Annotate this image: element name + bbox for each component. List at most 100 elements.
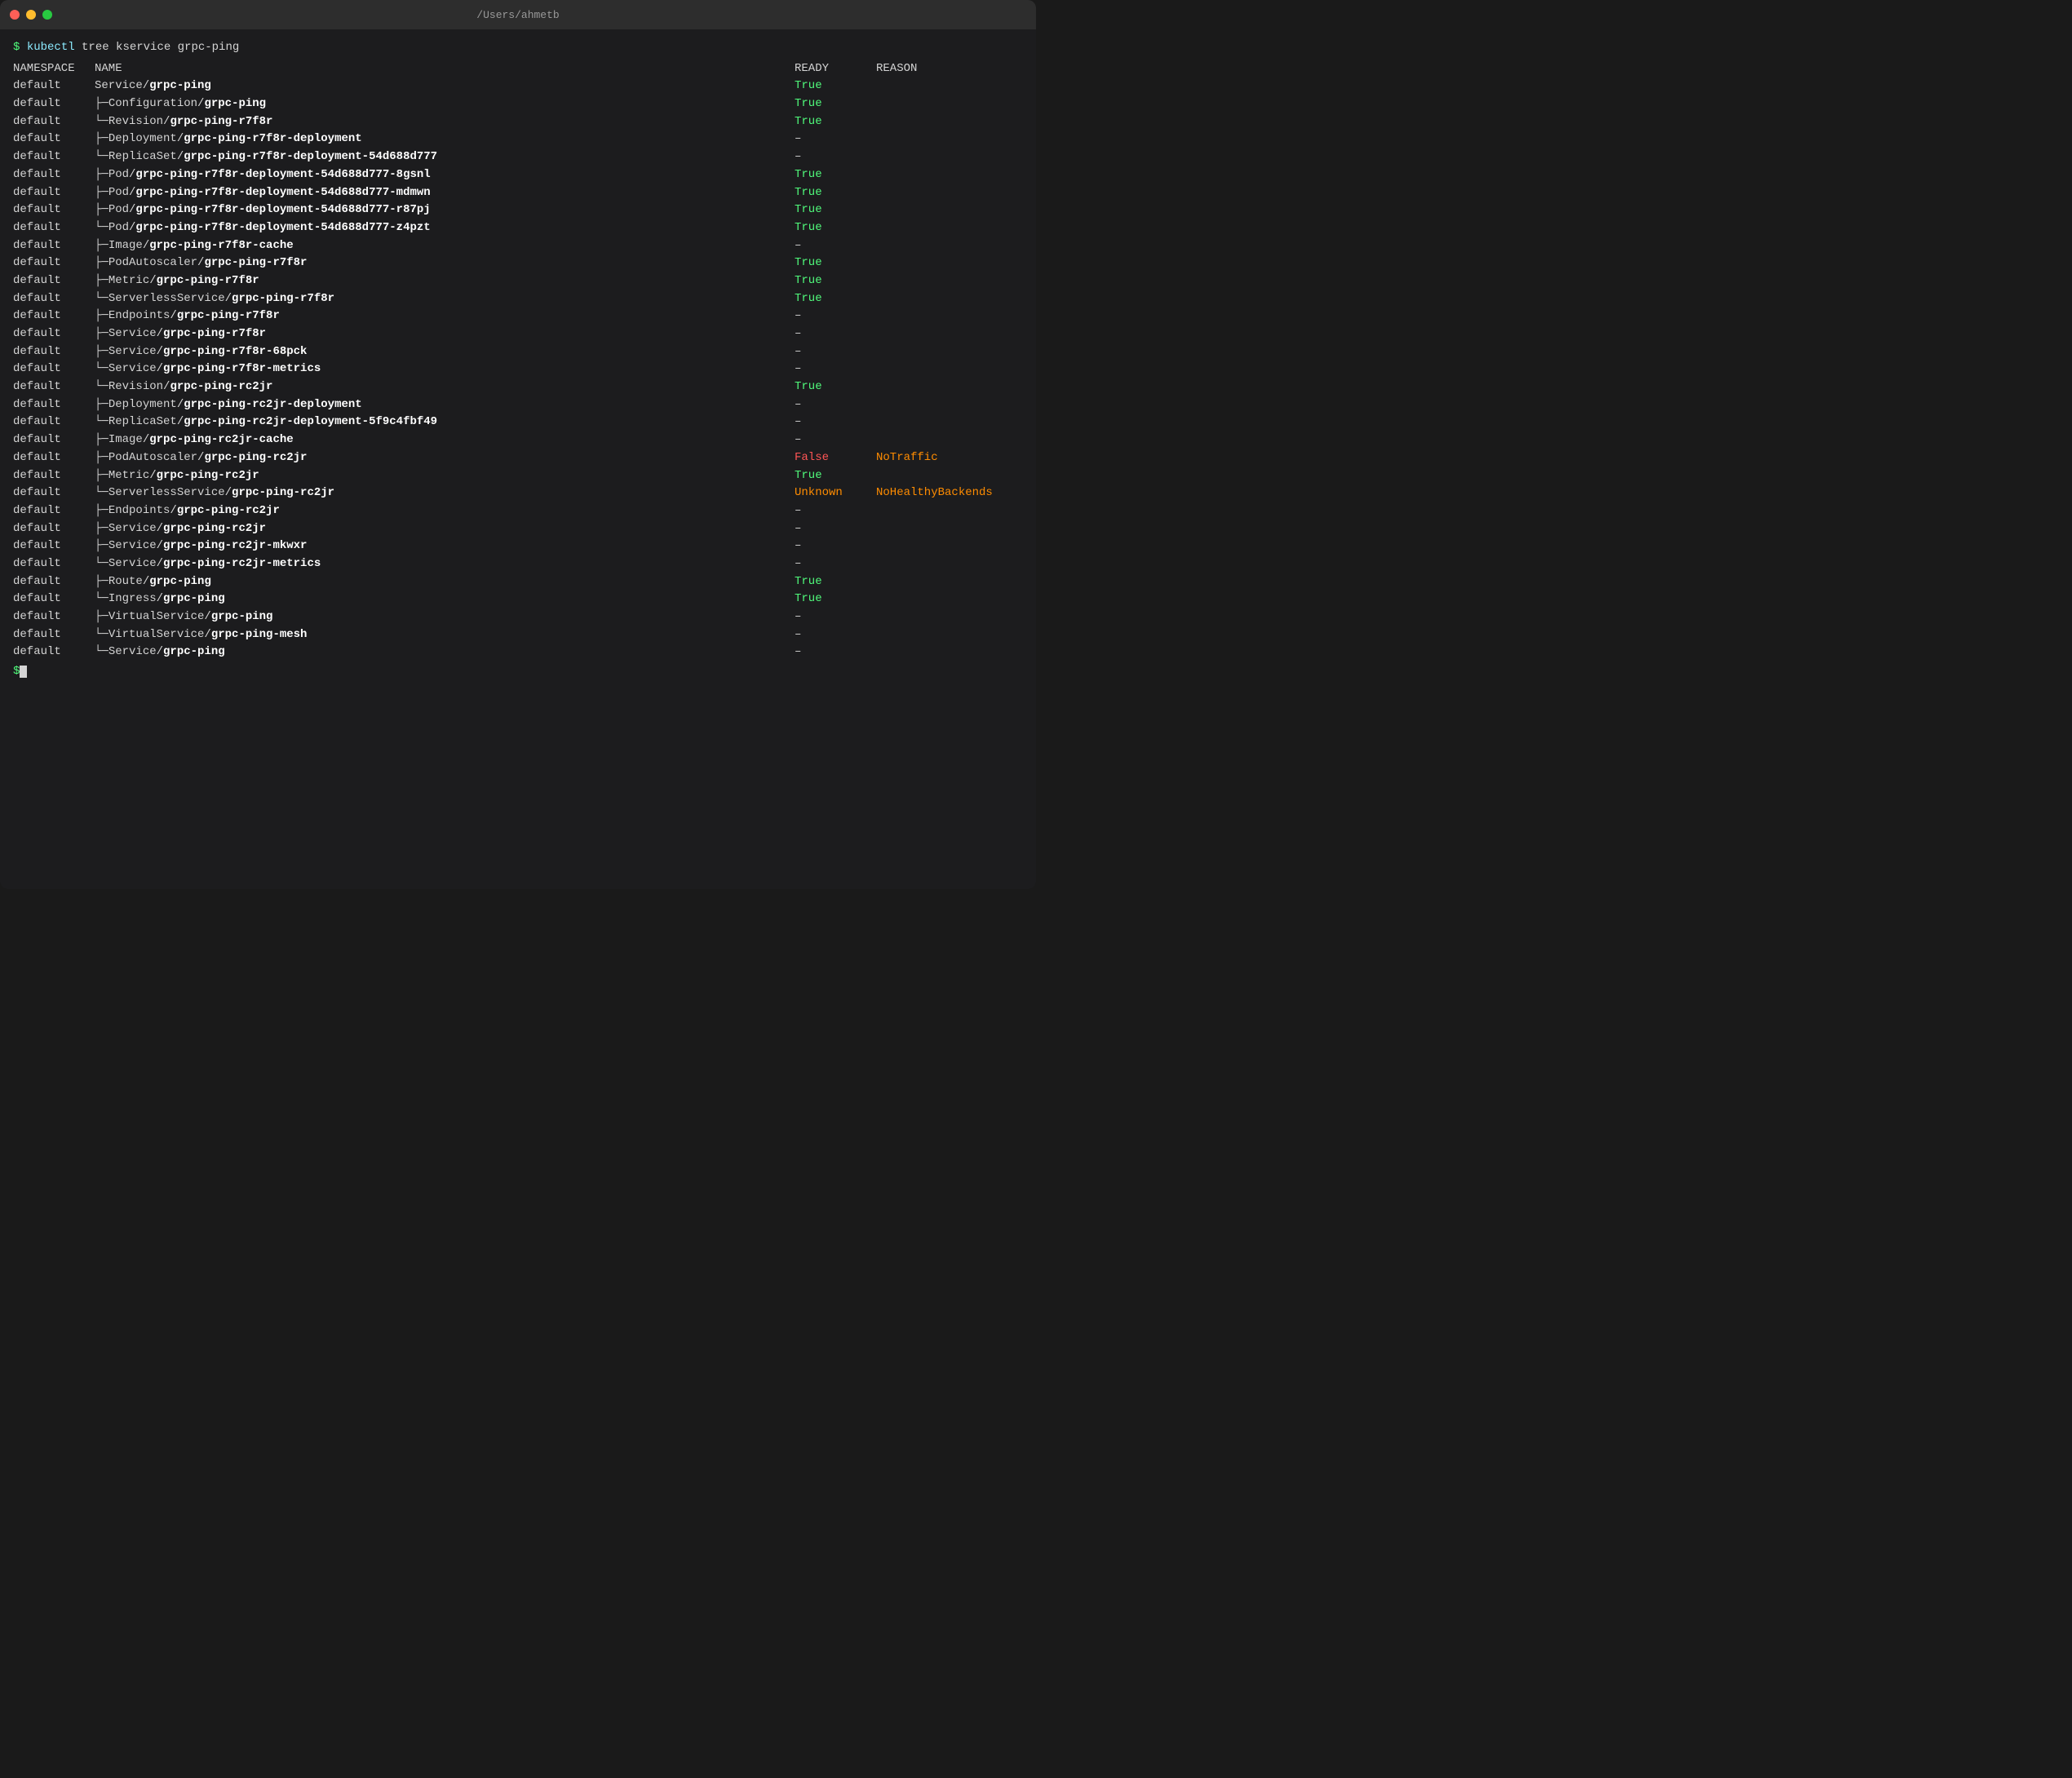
cell-namespace: default xyxy=(13,130,95,148)
cell-ready: True xyxy=(795,113,876,131)
resource-name: grpc-ping xyxy=(149,79,211,92)
tree-indent: └─ xyxy=(95,592,108,605)
resource-type: Ingress/ xyxy=(108,592,163,605)
cell-ready: True xyxy=(795,201,876,219)
cell-namespace: default xyxy=(13,449,95,467)
resource-type: Image/ xyxy=(108,433,149,446)
cell-namespace: default xyxy=(13,272,95,290)
tree-indent: ├─ xyxy=(95,539,108,552)
cell-reason xyxy=(876,219,1023,237)
resource-type: PodAutoscaler/ xyxy=(108,451,205,464)
resource-name: grpc-ping-r7f8r-metrics xyxy=(163,362,321,375)
table-row: default ├─Service/grpc-ping-rc2jr – xyxy=(13,520,1023,538)
cell-namespace: default xyxy=(13,644,95,661)
cell-reason xyxy=(876,555,1023,573)
cell-ready: True xyxy=(795,467,876,485)
terminal-body[interactable]: $ kubectl tree kservice grpc-ping NAMESP… xyxy=(0,29,1036,889)
table-row: default ├─Pod/grpc-ping-r7f8r-deployment… xyxy=(13,201,1023,219)
resource-name: grpc-ping-rc2jr-mkwxr xyxy=(163,539,307,552)
cell-reason xyxy=(876,520,1023,538)
tree-indent: ├─ xyxy=(95,610,108,623)
cell-name: └─ReplicaSet/grpc-ping-rc2jr-deployment-… xyxy=(95,414,795,431)
table-row: default Service/grpc-ping True xyxy=(13,77,1023,95)
table-row: default ├─Deployment/grpc-ping-rc2jr-dep… xyxy=(13,396,1023,414)
cell-namespace: default xyxy=(13,467,95,485)
minimize-button[interactable] xyxy=(26,10,36,20)
table-row: default ├─Image/grpc-ping-r7f8r-cache – xyxy=(13,237,1023,255)
tree-indent: └─ xyxy=(95,150,108,163)
cell-reason xyxy=(876,502,1023,520)
cell-name: └─ReplicaSet/grpc-ping-r7f8r-deployment-… xyxy=(95,148,795,166)
resource-type: Revision/ xyxy=(108,115,170,128)
tree-indent: ├─ xyxy=(95,345,108,358)
table-row: default ├─PodAutoscaler/grpc-ping-rc2jr … xyxy=(13,449,1023,467)
cell-reason xyxy=(876,272,1023,290)
table-row: default ├─Configuration/grpc-ping True xyxy=(13,95,1023,113)
cell-reason xyxy=(876,95,1023,113)
cell-namespace: default xyxy=(13,414,95,431)
cursor xyxy=(20,666,27,678)
cell-name: ├─Pod/grpc-ping-r7f8r-deployment-54d688d… xyxy=(95,184,795,202)
cell-ready: – xyxy=(795,307,876,325)
resource-name: grpc-ping-r7f8r xyxy=(177,309,280,322)
cell-ready: – xyxy=(795,414,876,431)
resource-name: grpc-ping-rc2jr-deployment xyxy=(184,398,361,411)
tree-indent: ├─ xyxy=(95,469,108,482)
header-ready: READY xyxy=(795,60,876,78)
cell-ready: True xyxy=(795,166,876,184)
header-reason: REASON xyxy=(876,60,1023,78)
cell-namespace: default xyxy=(13,166,95,184)
cell-namespace: default xyxy=(13,343,95,361)
tree-indent: └─ xyxy=(95,292,108,305)
cell-namespace: default xyxy=(13,148,95,166)
cell-reason xyxy=(876,237,1023,255)
cell-ready: – xyxy=(795,626,876,644)
cell-ready: True xyxy=(795,184,876,202)
resource-type: Image/ xyxy=(108,239,149,252)
cell-namespace: default xyxy=(13,520,95,538)
cell-ready: Unknown xyxy=(795,484,876,502)
table-row: default └─ServerlessService/grpc-ping-rc… xyxy=(13,484,1023,502)
tree-indent: └─ xyxy=(95,645,108,658)
resource-name: grpc-ping-rc2jr-cache xyxy=(149,433,293,446)
table-row: default ├─Metric/grpc-ping-rc2jr True xyxy=(13,467,1023,485)
cell-ready: – xyxy=(795,148,876,166)
table-row: default └─VirtualService/grpc-ping-mesh … xyxy=(13,626,1023,644)
cell-namespace: default xyxy=(13,573,95,591)
maximize-button[interactable] xyxy=(42,10,52,20)
cell-ready: True xyxy=(795,219,876,237)
terminal-window: /Users/ahmetb $ kubectl tree kservice gr… xyxy=(0,0,1036,889)
cell-name: ├─Deployment/grpc-ping-rc2jr-deployment xyxy=(95,396,795,414)
cell-namespace: default xyxy=(13,555,95,573)
tree-indent: ├─ xyxy=(95,451,108,464)
cell-name: └─Pod/grpc-ping-r7f8r-deployment-54d688d… xyxy=(95,219,795,237)
cell-namespace: default xyxy=(13,608,95,626)
close-button[interactable] xyxy=(10,10,20,20)
cell-ready: True xyxy=(795,378,876,396)
table-row: default ├─Metric/grpc-ping-r7f8r True xyxy=(13,272,1023,290)
cell-name: └─VirtualService/grpc-ping-mesh xyxy=(95,626,795,644)
header-namespace: NAMESPACE xyxy=(13,60,95,78)
resource-type: Route/ xyxy=(108,575,149,588)
table-row: default └─Revision/grpc-ping-r7f8r True xyxy=(13,113,1023,131)
tree-indent: ├─ xyxy=(95,274,108,287)
cell-ready: True xyxy=(795,272,876,290)
cell-name: ├─Deployment/grpc-ping-r7f8r-deployment xyxy=(95,130,795,148)
tree-indent: ├─ xyxy=(95,433,108,446)
cell-reason xyxy=(876,201,1023,219)
resource-type: Metric/ xyxy=(108,469,157,482)
resource-type: ServerlessService/ xyxy=(108,486,232,499)
resource-type: Service/ xyxy=(108,345,163,358)
cell-ready: – xyxy=(795,520,876,538)
cell-ready: False xyxy=(795,449,876,467)
resource-name: grpc-ping-r7f8r-deployment-54d688d777-md… xyxy=(135,186,430,199)
resource-name: grpc-ping-r7f8r xyxy=(163,327,266,340)
cell-namespace: default xyxy=(13,484,95,502)
tree-indent: └─ xyxy=(95,380,108,393)
cell-ready: – xyxy=(795,608,876,626)
cell-namespace: default xyxy=(13,360,95,378)
cell-ready: True xyxy=(795,254,876,272)
table-row: default └─Service/grpc-ping – xyxy=(13,644,1023,661)
cell-namespace: default xyxy=(13,201,95,219)
cell-namespace: default xyxy=(13,396,95,414)
